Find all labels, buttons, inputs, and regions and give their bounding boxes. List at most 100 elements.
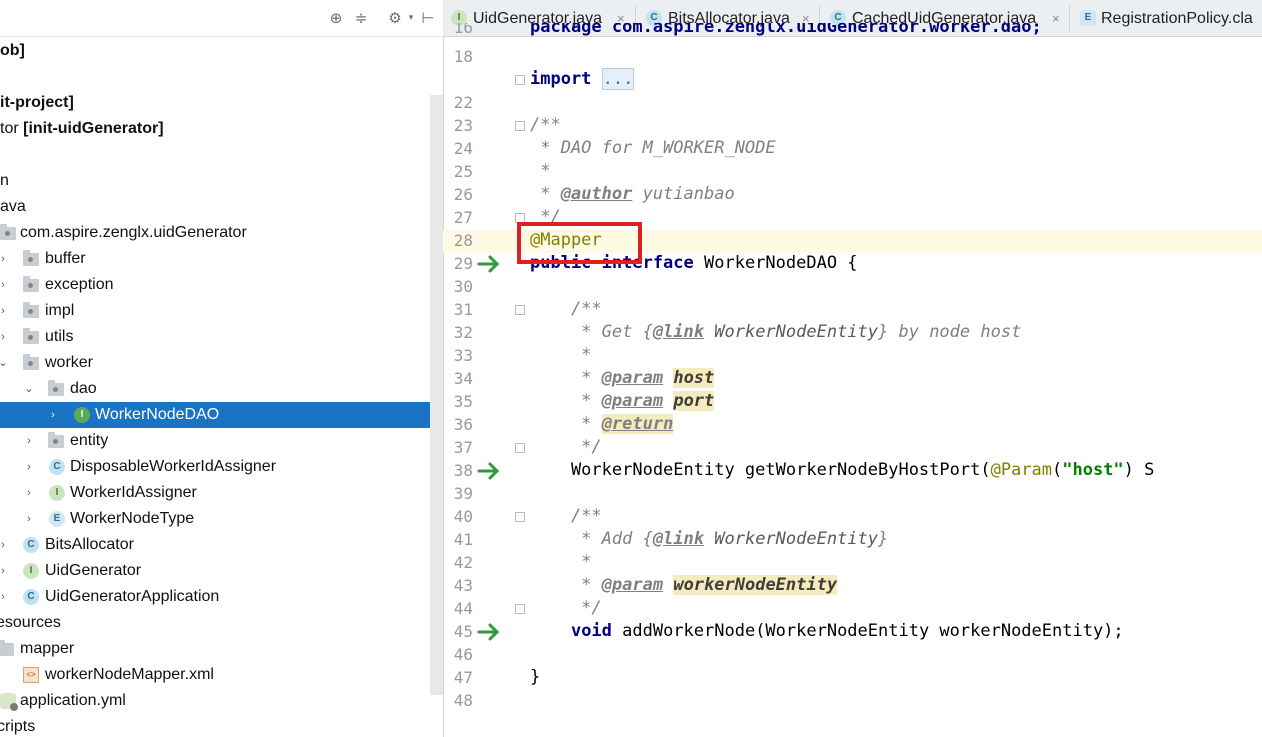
line-number: 24 [453,139,473,158]
chevron-right-icon[interactable]: › [22,428,36,454]
line-number: 23 [453,116,473,135]
tree-item[interactable]: n [0,168,443,194]
fold-marker-icon[interactable] [515,512,525,522]
tree-item-selected[interactable]: › I WorkerNodeDAO [0,402,443,428]
chevron-right-icon[interactable]: › [0,246,10,272]
code-line: import ... [530,68,635,90]
tree-item[interactable]: cripts [0,714,443,737]
tree-item[interactable]: ob] [0,38,443,64]
project-toolbar: ⊕ ≑ ⚙ ▾ ⊢ [0,0,443,37]
code-line: * @param host [530,368,715,388]
tree-item-class[interactable]: › I WorkerIdAssigner [0,480,443,506]
project-tree-panel: ⊕ ≑ ⚙ ▾ ⊢ ob] it-project] tor [init-uidG… [0,0,443,737]
code-line: /** [530,299,602,319]
fold-marker-icon[interactable] [515,121,525,131]
code-line: * [530,345,592,365]
chevron-right-icon[interactable]: › [0,584,10,610]
tree-item-folder[interactable]: ⌄ worker [0,350,443,376]
tree-item[interactable]: tor [init-uidGenerator] [0,116,443,142]
implemented-arrow-icon[interactable] [477,254,503,274]
tree-item-class[interactable]: › I UidGenerator [0,558,443,584]
code-line: * @param workerNodeEntity [530,575,838,595]
interface-icon: I [74,407,90,423]
code-line: * [530,552,592,572]
code-line: * [530,161,551,181]
code-line: * Get {@link WorkerNodeEntity} by node h… [530,322,1022,342]
line-number: 45 [453,622,473,641]
class-file-icon: E [1080,10,1096,26]
implemented-arrow-icon[interactable] [477,461,503,481]
fold-marker-icon[interactable] [515,443,525,453]
tree-item-folder[interactable]: › entity [0,428,443,454]
chevron-down-icon[interactable]: ⌄ [22,376,36,402]
code-line: * DAO for M_WORKER_NODE [530,138,776,158]
collapse-all-icon[interactable]: ≑ [352,9,370,27]
line-number: 37 [453,438,473,457]
fold-marker-icon[interactable] [515,604,525,614]
tree-item-class[interactable]: › C UidGeneratorApplication [0,584,443,610]
code-line: /** [530,115,561,135]
project-tree: ob] it-project] tor [init-uidGenerator] … [0,37,443,737]
spring-class-icon: C [23,589,39,605]
tree-item-class[interactable]: › C BitsAllocator [0,532,443,558]
line-number: 43 [453,576,473,595]
close-icon[interactable]: × [1052,5,1060,32]
line-number: 25 [453,162,473,181]
code-line: /** [530,506,602,526]
chevron-right-icon[interactable]: › [22,506,36,532]
tree-item-folder[interactable]: › buffer [0,246,443,272]
code-line: WorkerNodeEntity getWorkerNodeByHostPort… [530,460,1155,480]
chevron-right-icon[interactable]: › [0,272,10,298]
chevron-down-icon[interactable]: ⌄ [0,350,10,376]
tree-item-folder[interactable]: › impl [0,298,443,324]
hide-panel-icon[interactable]: ⊢ [419,9,437,27]
implemented-arrow-icon[interactable] [477,622,503,642]
line-number: 33 [453,346,473,365]
code-line: * @param port [530,391,715,411]
line-number: 18 [453,47,473,66]
tree-item-file[interactable]: application.yml [0,688,443,714]
chevron-right-icon[interactable]: › [22,480,36,506]
fold-marker-icon[interactable] [515,75,525,85]
chevron-right-icon[interactable]: › [0,532,10,558]
tree-item-folder[interactable]: ⌄ dao [0,376,443,402]
code-line: package com.aspire.zenglx.uidGenerator.w… [530,23,1042,37]
tree-item-class[interactable]: › E WorkerNodeType [0,506,443,532]
tab-registration-policy[interactable]: E RegistrationPolicy.cla [1072,5,1262,32]
line-number: 22 [453,93,473,112]
package-icon [23,328,39,344]
folded-imports[interactable]: ... [601,68,635,90]
line-number: 48 [453,691,473,710]
line-number: 39 [453,484,473,503]
fold-marker-icon[interactable] [515,305,525,315]
chevron-right-icon[interactable]: › [0,324,10,350]
tree-item-folder[interactable]: › exception [0,272,443,298]
tree-item-folder[interactable]: mapper [0,636,443,662]
chevron-right-icon[interactable]: › [0,558,10,584]
tree-item-folder[interactable]: › utils [0,324,443,350]
chevron-right-icon[interactable]: › [46,402,60,428]
chevron-right-icon[interactable]: › [0,298,10,324]
line-number: 31 [453,300,473,319]
line-number: 38 [453,461,473,480]
tree-item[interactable]: esources [0,610,443,636]
tree-scrollbar[interactable] [430,95,443,695]
tree-item-file[interactable]: <> workerNodeMapper.xml [0,662,443,688]
line-number: 42 [453,553,473,572]
chevron-right-icon[interactable]: › [22,454,36,480]
tree-item-package[interactable]: com.aspire.zenglx.uidGenerator [0,220,443,246]
code-line: * Add {@link WorkerNodeEntity} [530,529,889,549]
line-number: 36 [453,415,473,434]
tree-item[interactable]: it-project] [0,90,443,116]
code-line: void addWorkerNode(WorkerNodeEntity work… [570,621,1124,641]
line-number: 41 [453,530,473,549]
class-icon: C [49,459,65,475]
code-line: } [530,667,541,687]
tree-item[interactable]: ava [0,194,443,220]
tree-item-class[interactable]: › C DisposableWorkerIdAssigner [0,454,443,480]
package-icon [23,302,39,318]
line-number: 46 [453,645,473,664]
chevron-down-icon[interactable]: ▾ [402,9,420,27]
locate-icon[interactable]: ⊕ [327,9,345,27]
line-number: 29 [453,254,473,273]
